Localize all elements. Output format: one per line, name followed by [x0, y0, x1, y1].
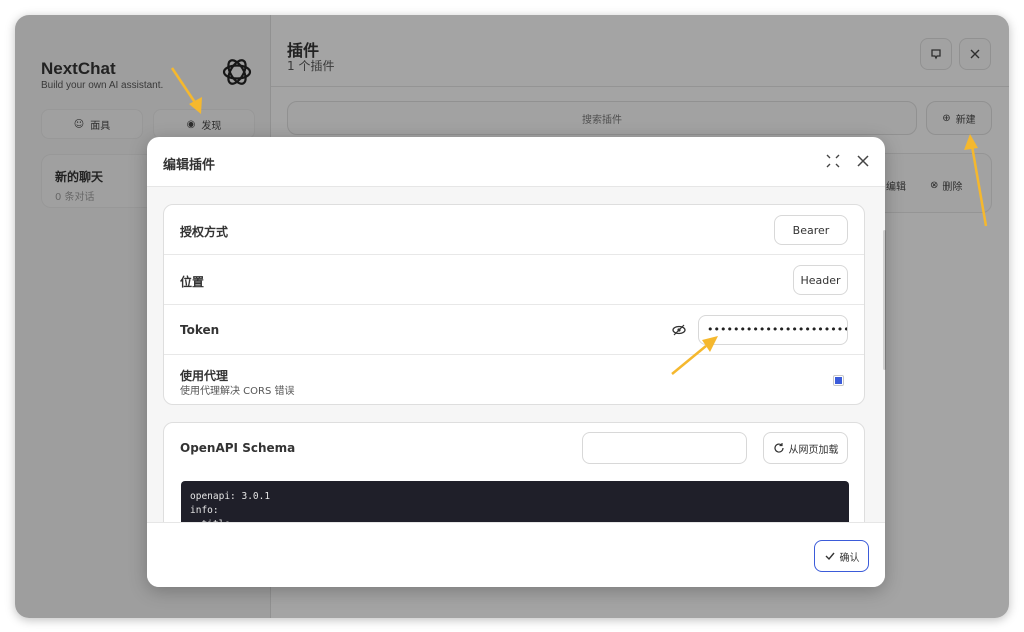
- edit-plugin-modal: 编辑插件 授权方式 Bearer 位置 Header Token •••••••…: [147, 137, 885, 587]
- proxy-description: 使用代理解决 CORS 错误: [180, 386, 295, 397]
- auth-type-label: 授权方式: [180, 225, 229, 239]
- modal-body: 授权方式 Bearer 位置 Header Token ••••••••••••…: [147, 187, 885, 522]
- schema-code-editor[interactable]: openapi: 3.0.1 info: title: ...: [181, 481, 849, 522]
- location-row: 位置 Header: [164, 255, 864, 305]
- modal-header: 编辑插件: [147, 137, 885, 187]
- modal-title: 编辑插件: [163, 158, 216, 173]
- page-scrollbar[interactable]: [883, 230, 886, 370]
- check-icon: [825, 552, 835, 561]
- auth-type-row: 授权方式 Bearer: [164, 205, 864, 255]
- auth-type-select[interactable]: Bearer: [774, 215, 848, 245]
- annotation-arrow-new: [964, 134, 988, 227]
- annotation-arrow-token: [671, 336, 718, 375]
- annotation-arrow-discover: [170, 67, 202, 114]
- token-row: Token ••••••••••••••••••••••••••••: [164, 305, 864, 355]
- load-from-url-button[interactable]: 从网页加载: [763, 432, 848, 464]
- close-modal-icon[interactable]: [854, 152, 872, 170]
- location-label: 位置: [180, 275, 205, 289]
- confirm-label: 确认: [839, 552, 860, 564]
- reload-icon: [773, 443, 784, 453]
- token-label: Token: [180, 323, 220, 337]
- proxy-row: 使用代理 使用代理解决 CORS 错误: [164, 355, 864, 405]
- modal-footer: 确认: [147, 522, 885, 587]
- auth-settings-card: 授权方式 Bearer 位置 Header Token ••••••••••••…: [163, 204, 865, 405]
- proxy-checkbox[interactable]: [833, 375, 844, 386]
- location-select[interactable]: Header: [793, 265, 848, 295]
- openapi-schema-card: OpenAPI Schema 从网页加载 openapi: 3.0.1 info…: [163, 422, 865, 522]
- schema-label: OpenAPI Schema: [180, 441, 296, 455]
- maximize-icon[interactable]: [825, 153, 841, 169]
- schema-url-input[interactable]: [582, 432, 747, 464]
- confirm-button[interactable]: 确认: [814, 540, 869, 572]
- checkbox-checked-mark: [835, 377, 842, 384]
- load-label: 从网页加载: [788, 444, 839, 456]
